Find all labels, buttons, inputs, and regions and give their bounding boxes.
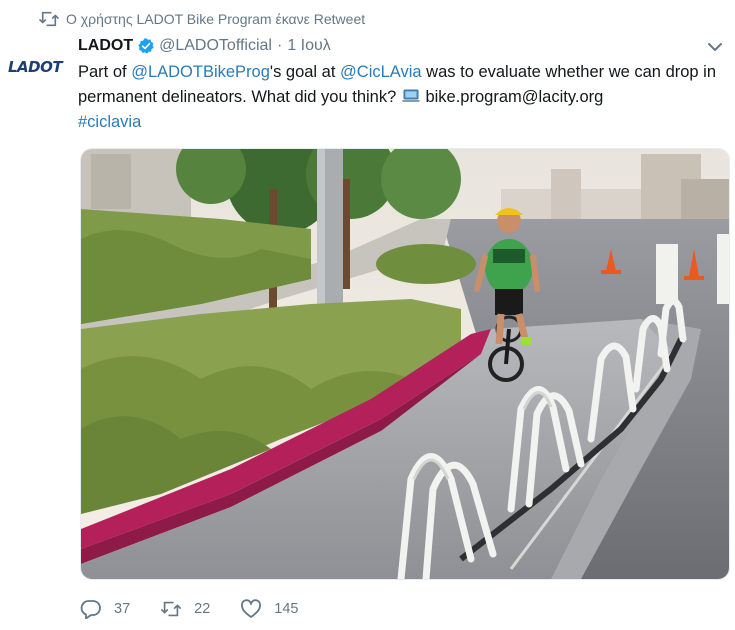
tweet-text: Part of @LADOTBikeProg's goal at @CicLAv… [78, 60, 728, 135]
reply-button[interactable]: 37 [80, 599, 130, 619]
retweet-notice[interactable]: Ο χρήστης LADOT Bike Program έκανε Retwe… [38, 9, 365, 29]
author-handle[interactable]: @LADOTofficial [159, 37, 272, 55]
tweet-media-photo[interactable] [80, 148, 730, 580]
retweet-button[interactable]: 22 [160, 599, 210, 619]
author-name[interactable]: LADOT [78, 37, 133, 55]
tweet-actions: 37 22 145 [80, 597, 328, 621]
verified-badge-icon [138, 38, 154, 54]
like-button[interactable]: 145 [240, 599, 298, 619]
reply-icon [80, 600, 101, 619]
laptop-icon [401, 89, 420, 102]
tweet-header: LADOT @LADOTofficial · 1 Ιουλ [78, 34, 331, 58]
photo-illustration [81, 149, 729, 579]
header-separator: · [276, 37, 283, 54]
avatar-logo-text: LADOT [8, 58, 63, 76]
tweet-text-part: 's goal at [269, 63, 341, 81]
retweet-icon [39, 11, 59, 27]
tweet-date[interactable]: 1 Ιουλ [287, 37, 330, 55]
retweet-icon [161, 601, 182, 617]
retweet-count: 22 [194, 601, 211, 617]
retweet-notice-text: Ο χρήστης LADOT Bike Program έκανε Retwe… [66, 11, 366, 27]
tweet-email: bike.program@lacity.org [420, 88, 604, 106]
heart-icon [241, 599, 262, 618]
tweet-text-part: Part of [78, 63, 132, 81]
mention-ladotbikeprog[interactable]: @LADOTBikeProg [131, 63, 270, 81]
like-count: 145 [274, 601, 299, 617]
reply-count: 37 [114, 601, 131, 617]
mention-ciclavia[interactable]: @CicLAvia [340, 63, 422, 81]
chevron-down-icon[interactable] [704, 38, 726, 56]
hashtag-ciclavia[interactable]: #ciclavia [78, 113, 141, 131]
avatar[interactable]: LADOT [8, 58, 63, 76]
